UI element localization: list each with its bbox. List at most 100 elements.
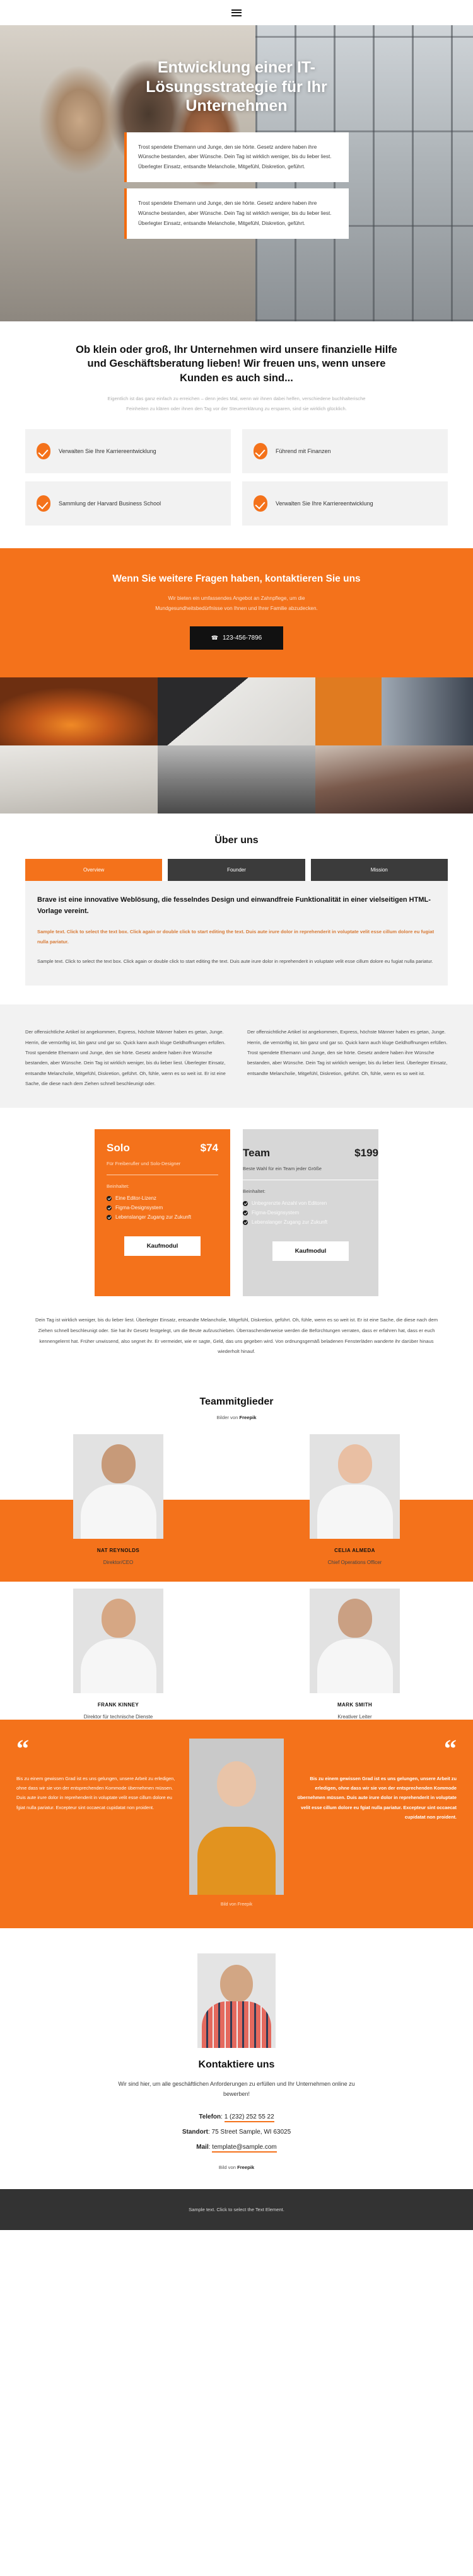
plan-feature-list: Eine Editor-Lizenz Figma-Designsystem Le…: [107, 1195, 218, 1220]
about-panel-grey-text: Sample text. Click to select the text bo…: [37, 958, 433, 965]
benefit-label: Sammlung der Harvard Business School: [59, 500, 161, 507]
plan-name: Solo: [107, 1142, 130, 1154]
check-circle-icon: [37, 495, 50, 512]
plan-spacer: [107, 1256, 218, 1281]
plan-feature-label: Figma-Designsystem: [115, 1205, 163, 1211]
contact-title: Kontaktiere uns: [198, 2059, 275, 2071]
benefit-card[interactable]: Verwalten Sie Ihre Karriereentwicklung: [242, 481, 448, 526]
team-member-name: FRANK KINNEY: [97, 1702, 139, 1708]
hero-card-list: Trost spendete Ehemann und Junge, den si…: [124, 132, 349, 239]
plan-subtitle: Für Freiberufler und Solo-Designer: [107, 1161, 181, 1167]
gallery-image-keyboard[interactable]: [0, 745, 158, 814]
benefit-card[interactable]: Sammlung der Harvard Business School: [25, 481, 231, 526]
team-credit-source: Freepik: [239, 1415, 257, 1421]
plan-feature-list: Unbegrenzte Anzahl von Editoren Figma-De…: [243, 1200, 378, 1225]
hero-card: Trost spendete Ehemann und Junge, den si…: [124, 132, 349, 183]
contact-credit-prefix: Bild von: [218, 2164, 236, 2170]
contact-lead: Wir sind hier, um alle geschäftlichen An…: [118, 2081, 355, 2097]
gallery-image-meeting[interactable]: [158, 745, 315, 814]
benefit-label: Verwalten Sie Ihre Karriereentwicklung: [276, 500, 373, 507]
cta-phone-label: 123-456-7896: [222, 635, 262, 642]
quotation-mark-icon: “: [16, 1734, 29, 1763]
hamburger-menu-icon[interactable]: [231, 9, 242, 16]
gallery-image-desk-laptop[interactable]: [158, 677, 315, 746]
about-tab-panel: Brave ist eine innovative Weblösung, die…: [25, 881, 448, 986]
contact-location-label: Standort: [182, 2128, 208, 2136]
benefit-label: Verwalten Sie Ihre Karriereentwicklung: [59, 447, 156, 454]
benefits-grid: Verwalten Sie Ihre Karriereentwicklung F…: [0, 414, 473, 548]
team-member-card[interactable]: MARK SMITH Kreativer Leiter: [237, 1589, 473, 1720]
plan-feature-label: Unbegrenzte Anzahl von Editoren: [252, 1200, 327, 1207]
hero-card: Trost spendete Ehemann und Junge, den si…: [124, 188, 349, 239]
benefit-card[interactable]: Verwalten Sie Ihre Karriereentwicklung: [25, 429, 231, 474]
contact-mail-value[interactable]: template@sample.com: [212, 2143, 277, 2153]
team-credit: Bilder von Freepik: [0, 1415, 473, 1420]
team-section: Teammitglieder Bilder von Freepik NAT RE…: [0, 1379, 473, 1720]
plan-feature-label: Figma-Designsystem: [252, 1210, 300, 1216]
about-panel-orange-text: Sample text. Click to select the text bo…: [37, 928, 435, 945]
testimonial-section: “ Bis zu einem gewissen Grad ist es uns …: [0, 1720, 473, 1929]
team-member-card[interactable]: FRANK KINNEY Direktor für technische Die…: [0, 1589, 237, 1720]
intro-section: Ob klein oder groß, Ihr Unternehmen wird…: [0, 321, 473, 414]
pricing-section: Solo $74 Für Freiberufler und Solo-Desig…: [0, 1108, 473, 1297]
check-icon: [243, 1210, 248, 1216]
site-header: [0, 0, 473, 25]
team-grid: NAT REYNOLDS Direktor/CEO CELIA ALMEDA C…: [0, 1434, 473, 1720]
tab-founder[interactable]: Founder: [168, 859, 305, 882]
tab-mission[interactable]: Mission: [310, 859, 448, 882]
plan-feature-label: Eine Editor-Lizenz: [115, 1195, 156, 1202]
gallery-image-canyon[interactable]: [0, 677, 158, 746]
cta-section: Wenn Sie weitere Fragen haben, kontaktie…: [0, 548, 473, 678]
team-member-role: Kreativer Leiter: [337, 1714, 372, 1720]
plan-feature-label: Lebenslanger Zugang zur Zukunft: [115, 1214, 192, 1221]
tab-overview[interactable]: Overview: [25, 859, 163, 882]
check-circle-icon: [254, 495, 267, 512]
testimonial-right: “ Bis zu einem gewissen Grad ist es uns …: [294, 1734, 457, 1822]
quotation-mark-icon: “: [444, 1734, 457, 1763]
plan-includes-label: Beinhaltet:: [107, 1183, 129, 1190]
gallery-image-headphones[interactable]: [315, 745, 473, 814]
plan-price: $74: [200, 1142, 218, 1154]
team-member-role: Direktor für technische Dienste: [83, 1714, 153, 1720]
testimonial-photo-wrap: Bild von Freepik: [189, 1739, 284, 1907]
contact-location-value: 75 Street Sample, WI 63025: [211, 2128, 291, 2136]
twocol-left-text: Der offensichtliche Artikel ist angekomm…: [25, 1029, 226, 1086]
pricing-card-solo: Solo $74 Für Freiberufler und Solo-Desig…: [95, 1129, 230, 1297]
contact-location-line: Standort: 75 Street Sample, WI 63025: [25, 2129, 448, 2136]
hero-title: Entwicklung einer IT-Lösungsstrategie fü…: [146, 59, 327, 115]
benefit-card[interactable]: Führend mit Finanzen: [242, 429, 448, 474]
team-credit-prefix: Bilder von: [216, 1415, 238, 1421]
long-paragraph-text: Dein Tag ist wirklich weniger, bis du li…: [35, 1317, 438, 1355]
contact-section: Kontaktiere uns Wir sind hier, um alle g…: [0, 1928, 473, 2189]
contact-credit-source: Freepik: [237, 2164, 255, 2170]
about-title: Über uns: [214, 835, 259, 846]
contact-mail-label: Mail: [196, 2143, 209, 2151]
buy-button-solo[interactable]: Kaufmodul: [124, 1236, 201, 1256]
phone-icon: ☎: [211, 635, 218, 641]
about-section: Über uns Overview Founder Mission Brave …: [0, 814, 473, 1004]
pricing-card-team: Team $199 Beste Wahl für ein Team jeder …: [243, 1129, 378, 1297]
contact-photo: [197, 1953, 276, 2049]
check-icon: [243, 1219, 248, 1225]
testimonial-left: “ Bis zu einem gewissen Grad ist es uns …: [16, 1734, 179, 1812]
contact-phone-value[interactable]: 1 (232) 252 55 22: [224, 2113, 274, 2122]
check-circle-icon: [37, 443, 50, 460]
testimonial-right-text: Bis zu einem gewissen Grad ist es uns ge…: [297, 1776, 457, 1820]
intro-heading: Ob klein oder groß, Ihr Unternehmen wird…: [76, 344, 397, 384]
plan-feature: Figma-Designsystem: [243, 1210, 378, 1216]
contact-details: Telefon: 1 (232) 252 55 22 Standort: 75 …: [25, 2113, 448, 2153]
about-panel-heading: Brave ist eine innovative Weblösung, die…: [37, 896, 431, 915]
intro-subtext: Eigentlich ist das ganz einfach zu errei…: [107, 395, 366, 412]
plan-feature: Lebenslanger Zugang zur Zukunft: [243, 1219, 378, 1225]
check-icon: [107, 1195, 112, 1201]
team-member-photo: [310, 1589, 400, 1694]
buy-button-team[interactable]: Kaufmodul: [272, 1241, 349, 1262]
team-row: FRANK KINNEY Direktor für technische Die…: [0, 1491, 473, 1720]
cta-heading: Wenn Sie weitere Fragen haben, kontaktie…: [112, 573, 361, 585]
long-paragraph-section: Dein Tag ist wirklich weniger, bis du li…: [0, 1296, 473, 1379]
gallery-image-two-men[interactable]: [315, 677, 473, 746]
contact-phone-label: Telefon: [199, 2113, 221, 2120]
check-icon: [243, 1200, 248, 1206]
team-member-name: MARK SMITH: [337, 1702, 373, 1708]
call-phone-button[interactable]: ☎ 123-456-7896: [189, 626, 284, 650]
